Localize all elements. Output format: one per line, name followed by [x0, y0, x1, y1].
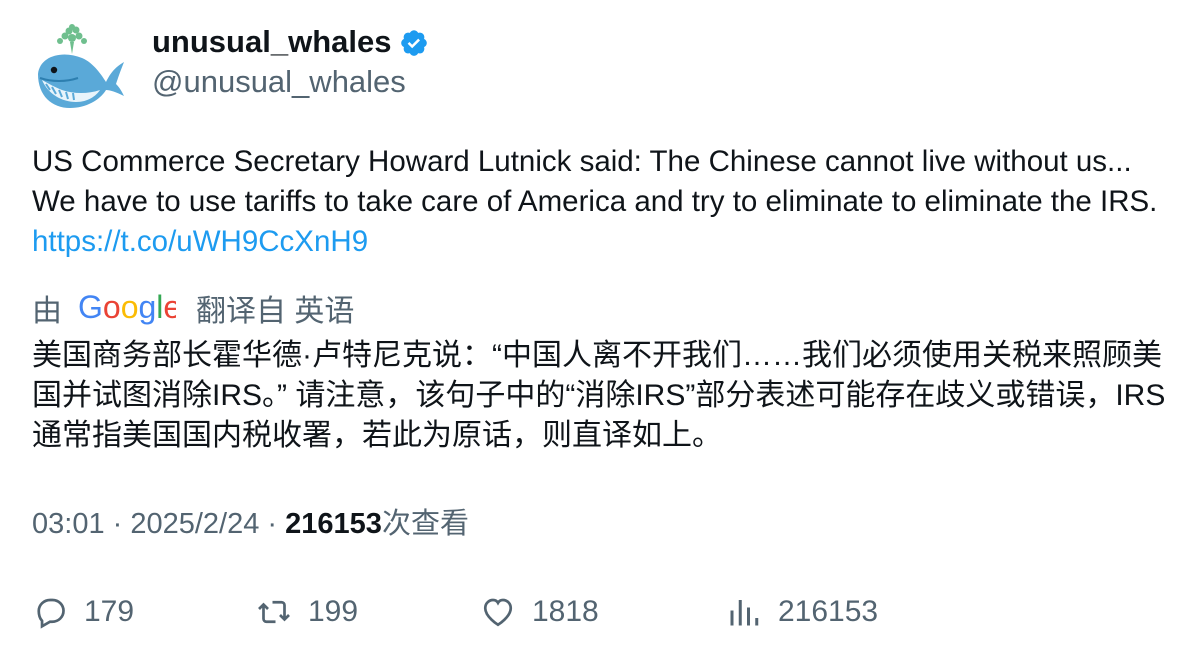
author-names: unusual_whales @unusual_whales [152, 24, 429, 102]
tweet-header: unusual_whales @unusual_whales [32, 24, 429, 114]
tweet-date[interactable]: 2025/2/24 [130, 508, 259, 540]
tweet-time[interactable]: 03:01 [32, 508, 105, 540]
google-logo[interactable]: Google [78, 288, 176, 328]
translated-from-label: 翻译自 英语 [196, 295, 355, 328]
reply-icon [37, 598, 65, 629]
retweet-button[interactable]: 199 [256, 590, 358, 634]
meta-separator: · [104, 508, 131, 540]
tweet-link[interactable]: https://t.co/uWH9CcXnH9 [32, 225, 368, 258]
views-button[interactable]: 216153 [726, 590, 878, 634]
heart-icon [483, 598, 513, 627]
retweet-icon [258, 600, 290, 624]
analytics-icon [730, 600, 759, 626]
reply-button[interactable]: 179 [32, 590, 134, 634]
tweet-text: US Commerce Secretary Howard Lutnick sai… [32, 142, 1172, 262]
display-name[interactable]: unusual_whales [152, 24, 391, 60]
views-label: 次查看 [381, 508, 469, 540]
reply-count: 179 [84, 595, 135, 628]
author-handle[interactable]: @unusual_whales [152, 62, 429, 102]
meta-separator-2: · [259, 508, 286, 540]
like-button[interactable]: 1818 [480, 590, 599, 634]
tweet-body: US Commerce Secretary Howard Lutnick sai… [32, 145, 1158, 218]
action-bar: 179 199 1818 216153 [32, 590, 1172, 634]
display-name-row: unusual_whales [152, 24, 429, 60]
like-count: 1818 [532, 595, 599, 628]
views-count: 216153 [285, 508, 382, 540]
svg-text:Google: Google [78, 290, 176, 325]
views-action-count: 216153 [778, 595, 879, 628]
translated-by-row: 由 Google 翻译自 英语 [32, 288, 354, 328]
tweet-meta: 03:01 · 2025/2/24 · 216153次查看 [32, 504, 469, 544]
translated-text: 美国商务部长霍华德·卢特尼克说：“中国人离不开我们……我们必须使用关税来照顾美国… [32, 339, 1166, 452]
retweet-count: 199 [308, 595, 359, 628]
translated-by-label: 由 [32, 295, 62, 328]
whale-avatar-icon[interactable] [32, 24, 128, 114]
verified-badge-icon [399, 28, 429, 58]
